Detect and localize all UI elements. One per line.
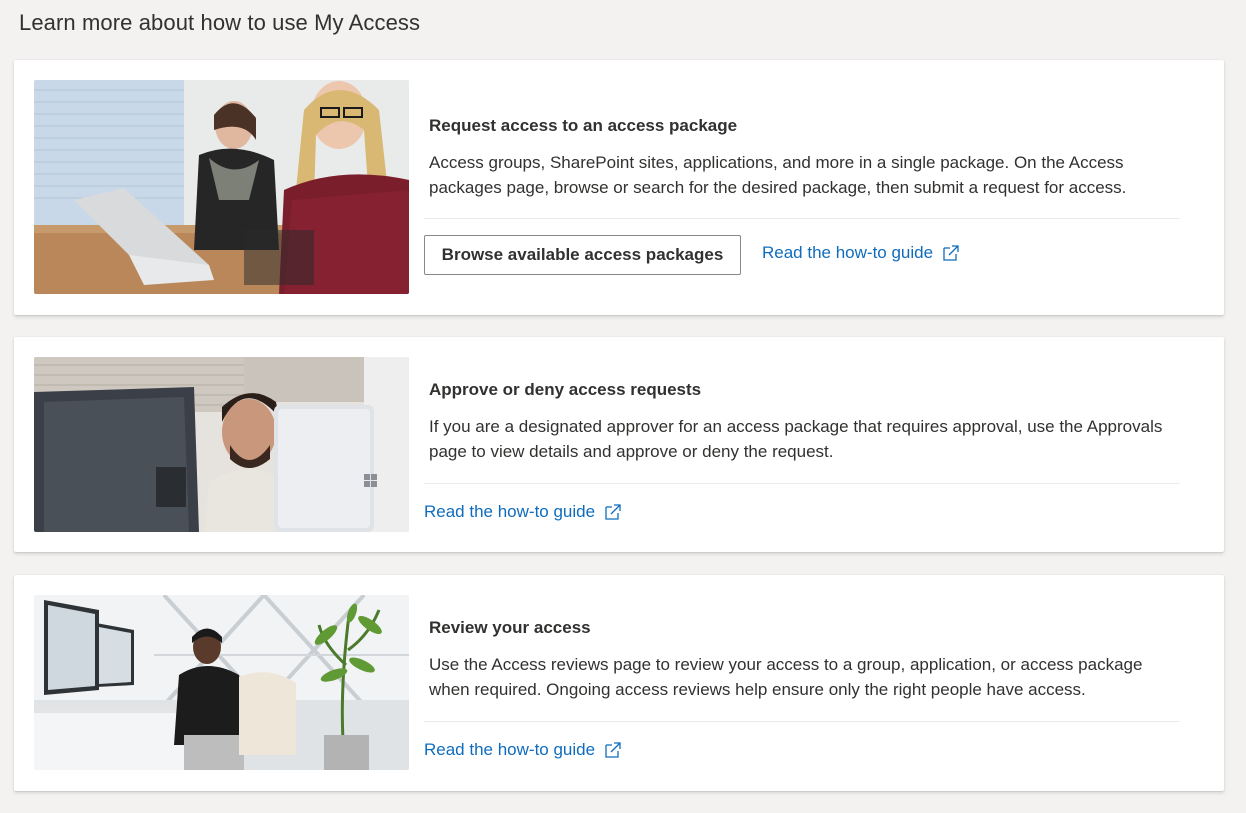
card-description: Use the Access reviews page to review yo… — [429, 655, 1143, 699]
card-approve-requests: Approve or deny access requests If you a… — [14, 337, 1224, 552]
link-label: Read the how-to guide — [424, 740, 596, 759]
card-title: Approve or deny access requests — [429, 380, 702, 399]
card-description: If you are a designated approver for an … — [429, 417, 1163, 461]
meeting-photo — [34, 80, 409, 294]
card-description: Access groups, SharePoint sites, applica… — [429, 153, 1127, 197]
external-link-icon — [605, 504, 621, 520]
reviewer-photo — [34, 595, 409, 770]
read-how-to-guide-link[interactable]: Read the how-to guide — [424, 502, 622, 522]
card-content: Request access to an access package Acce… — [424, 60, 1180, 315]
approver-photo — [34, 357, 409, 532]
divider — [424, 483, 1180, 484]
card-request-access: Request access to an access package Acce… — [14, 60, 1224, 315]
browse-access-packages-button[interactable]: Browse available access packages — [424, 235, 741, 275]
read-how-to-guide-link[interactable]: Read the how-to guide — [762, 243, 960, 263]
link-label: Read the how-to guide — [762, 243, 934, 262]
external-link-icon — [943, 245, 959, 261]
page-title: Learn more about how to use My Access — [19, 10, 421, 35]
card-content: Approve or deny access requests If you a… — [424, 337, 1180, 552]
card-title: Request access to an access package — [429, 116, 738, 135]
page: Learn more about how to use My Access Re… — [0, 0, 1246, 813]
external-link-icon — [605, 742, 621, 758]
divider — [424, 721, 1180, 722]
read-how-to-guide-link[interactable]: Read the how-to guide — [424, 740, 622, 760]
card-review-access: Review your access Use the Access review… — [14, 575, 1224, 791]
divider — [424, 218, 1180, 219]
link-label: Read the how-to guide — [424, 502, 596, 521]
card-title: Review your access — [429, 618, 591, 637]
card-content: Review your access Use the Access review… — [424, 575, 1180, 791]
